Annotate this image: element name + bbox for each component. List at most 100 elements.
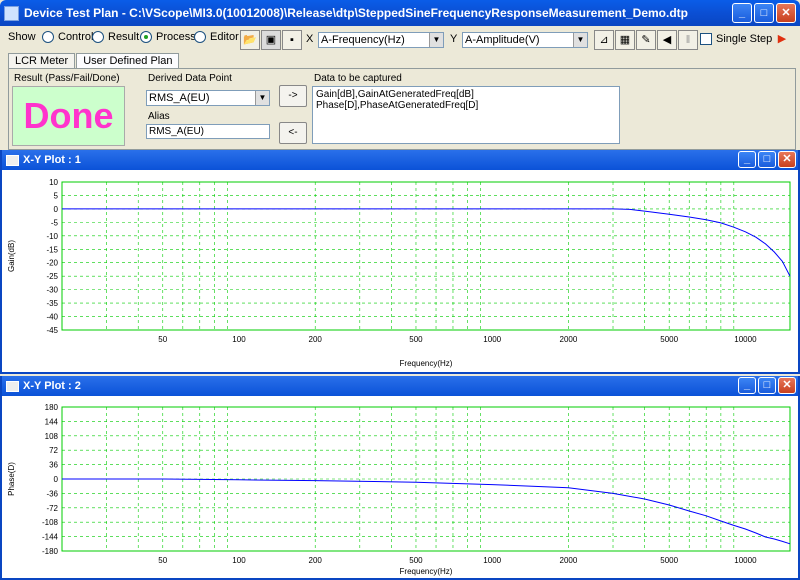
radio-control[interactable]: Control bbox=[42, 31, 93, 43]
y-tick-label: -36 bbox=[46, 489, 58, 498]
radio-control-dot[interactable] bbox=[42, 31, 54, 43]
derived-value: RMS_A(EU) bbox=[149, 92, 210, 104]
capture-label: Data to be captured bbox=[314, 73, 402, 84]
plot-window-2: X-Y Plot : 2 _ □ ✕ 180 144 108 72 36 0 -36 -72 -… bbox=[0, 376, 800, 580]
radio-editor-dot[interactable] bbox=[194, 31, 206, 43]
run-icon[interactable]: ▶ bbox=[772, 30, 792, 50]
y-tick-label: -25 bbox=[46, 272, 58, 281]
pause-icon[interactable]: ‖ bbox=[678, 30, 698, 50]
y-tick-label: -72 bbox=[46, 504, 58, 513]
save-icon[interactable]: ▣ bbox=[261, 30, 281, 50]
x-tick-label: 1000 bbox=[483, 335, 501, 344]
tab-user-defined-plan[interactable]: User Defined Plan bbox=[76, 53, 180, 69]
probe-icon[interactable]: ✎ bbox=[636, 30, 656, 50]
save-as-icon[interactable]: ▪ bbox=[282, 30, 302, 50]
x-tick-label: 10000 bbox=[734, 335, 757, 344]
y-axis-label: Phase(D) bbox=[7, 462, 16, 496]
y-tick-label: -15 bbox=[46, 245, 58, 254]
add-capture-button[interactable]: -> bbox=[279, 85, 307, 107]
x-tick-label: 2000 bbox=[560, 335, 578, 344]
y-tick-label: -40 bbox=[46, 313, 58, 322]
maximize-button[interactable]: □ bbox=[758, 377, 776, 394]
show-label: Show bbox=[8, 31, 36, 43]
single-step-checkbox[interactable] bbox=[700, 33, 712, 45]
y-tick-label: -10 bbox=[46, 232, 58, 241]
chevron-down-icon[interactable]: ▼ bbox=[255, 91, 269, 105]
plot-1-titlebar: X-Y Plot : 1 _ □ ✕ bbox=[2, 150, 798, 170]
x-label: X bbox=[306, 33, 314, 45]
chevron-down-icon[interactable]: ▼ bbox=[429, 33, 443, 47]
list-item[interactable]: Gain[dB],GainAtGeneratedFreq[dB] bbox=[316, 89, 616, 100]
plot-2-title: X-Y Plot : 2 bbox=[23, 380, 81, 392]
y-axis-select[interactable]: A-Amplitude(V) ▼ bbox=[462, 32, 588, 48]
minimize-button[interactable]: _ bbox=[738, 377, 756, 394]
plot-icon[interactable]: ⊿ bbox=[594, 30, 614, 50]
table-icon[interactable]: ▦ bbox=[615, 30, 635, 50]
y-tick-label: 72 bbox=[49, 446, 58, 455]
radio-process[interactable]: Process bbox=[140, 31, 196, 43]
y-tick-label: 108 bbox=[45, 432, 59, 441]
y-tick-label: 5 bbox=[54, 191, 59, 200]
y-tick-label: 0 bbox=[54, 205, 59, 214]
app-icon bbox=[4, 5, 19, 21]
y-tick-label: 180 bbox=[45, 403, 59, 412]
x-tick-label: 5000 bbox=[660, 335, 678, 344]
y-tick-label: -20 bbox=[46, 259, 58, 268]
radio-editor-label: Editor bbox=[210, 31, 239, 43]
plot-2-chart[interactable]: 180 144 108 72 36 0 -36 -72 -108 -144 -180 50 100 200… bbox=[2, 396, 798, 578]
x-axis-label: Frequency(Hz) bbox=[400, 359, 453, 368]
close-button[interactable]: ✕ bbox=[776, 3, 796, 23]
open-folder-icon[interactable]: 📂 bbox=[240, 30, 260, 50]
radio-process-dot[interactable] bbox=[140, 31, 152, 43]
x-tick-label: 50 bbox=[158, 335, 167, 344]
result-label: Result (Pass/Fail/Done) bbox=[14, 73, 120, 84]
alias-input[interactable]: RMS_A(EU) bbox=[146, 124, 270, 139]
x-tick-label: 2000 bbox=[560, 556, 578, 565]
plot-2-titlebar: X-Y Plot : 2 _ □ ✕ bbox=[2, 376, 798, 396]
radio-result[interactable]: Result bbox=[92, 31, 139, 43]
plot-1-title: X-Y Plot : 1 bbox=[23, 154, 81, 166]
tab-strip: LCR Meter User Defined Plan bbox=[8, 53, 180, 69]
x-tick-label: 5000 bbox=[660, 556, 678, 565]
x-tick-label: 100 bbox=[232, 335, 246, 344]
derived-select[interactable]: RMS_A(EU) ▼ bbox=[146, 90, 270, 106]
y-tick-label: -30 bbox=[46, 286, 58, 295]
chevron-down-icon[interactable]: ▼ bbox=[573, 33, 587, 47]
plot-window-icon bbox=[6, 380, 19, 392]
close-button[interactable]: ✕ bbox=[778, 151, 796, 168]
window-titlebar: Device Test Plan - C:\VScope\MI3.0(10012… bbox=[0, 0, 800, 26]
single-step-label: Single Step bbox=[716, 33, 773, 45]
y-tick-label: 10 bbox=[49, 178, 58, 187]
radio-result-dot[interactable] bbox=[92, 31, 104, 43]
y-label: Y bbox=[450, 33, 458, 45]
maximize-button[interactable]: □ bbox=[754, 3, 774, 23]
x-axis-value: A-Frequency(Hz) bbox=[321, 34, 405, 46]
speaker-icon[interactable]: ◀ bbox=[657, 30, 677, 50]
capture-list[interactable]: Gain[dB],GainAtGeneratedFreq[dB] Phase[D… bbox=[312, 86, 620, 144]
y-tick-label: -144 bbox=[42, 533, 59, 542]
x-tick-label: 500 bbox=[409, 335, 423, 344]
radio-editor[interactable]: Editor bbox=[194, 31, 239, 43]
y-tick-label: -108 bbox=[42, 518, 59, 527]
plot-area bbox=[61, 181, 791, 331]
x-axis-select[interactable]: A-Frequency(Hz) ▼ bbox=[318, 32, 444, 48]
plot-1-chart[interactable]: 1050-5-10-15-20-25-30-35-40-4550 100 200 50… bbox=[2, 170, 798, 372]
x-tick-label: 50 bbox=[158, 556, 167, 565]
minimize-button[interactable]: _ bbox=[738, 151, 756, 168]
x-axis-label: Frequency(Hz) bbox=[400, 567, 453, 576]
plot-window-icon bbox=[6, 154, 19, 166]
alias-label: Alias bbox=[148, 111, 170, 122]
result-status: Done bbox=[12, 86, 125, 146]
x-tick-label: 500 bbox=[409, 556, 423, 565]
single-step-toggle[interactable]: Single Step bbox=[700, 33, 772, 45]
remove-capture-button[interactable]: <- bbox=[279, 122, 307, 144]
tab-lcr-meter[interactable]: LCR Meter bbox=[8, 53, 76, 68]
maximize-button[interactable]: □ bbox=[758, 151, 776, 168]
y-tick-label: 144 bbox=[45, 417, 59, 426]
list-item[interactable]: Phase[D],PhaseAtGeneratedFreq[D] bbox=[316, 100, 616, 111]
minimize-button[interactable]: _ bbox=[732, 3, 752, 23]
y-axis-label: Gain(dB) bbox=[7, 240, 16, 272]
close-button[interactable]: ✕ bbox=[778, 377, 796, 394]
window-title: Device Test Plan - C:\VScope\MI3.0(10012… bbox=[24, 6, 689, 20]
radio-process-label: Process bbox=[156, 31, 196, 43]
